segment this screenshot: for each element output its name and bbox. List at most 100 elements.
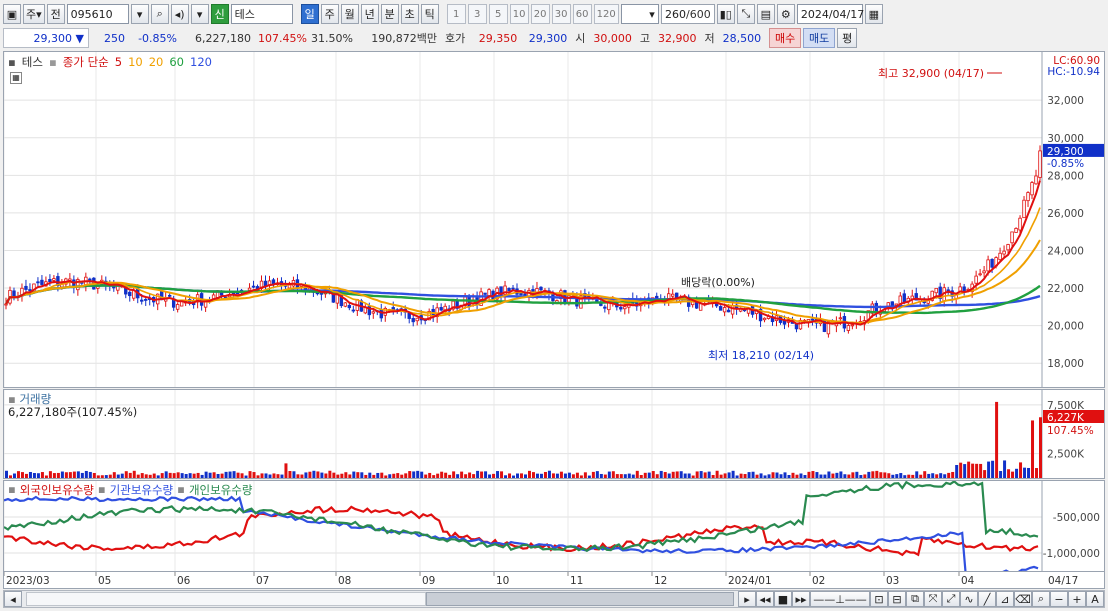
save-icon[interactable]: ▤: [756, 4, 775, 24]
volume-bar: [356, 472, 360, 478]
date-tick-label: 2024/01: [728, 575, 772, 587]
average-button[interactable]: 평: [837, 28, 858, 48]
price-chart-panel[interactable]: 32,000 30,000 28,000 26,000 24,000 22,000 20,0…: [3, 51, 1105, 388]
volume-bar: [931, 473, 935, 478]
fast-forward-icon[interactable]: ▸▸: [792, 591, 810, 607]
market-select[interactable]: 주 ▾: [23, 4, 45, 24]
period-month-button[interactable]: 월: [340, 4, 359, 24]
stock-code-input[interactable]: 095610: [66, 4, 129, 24]
interval-button[interactable]: 30: [551, 4, 571, 24]
volume-bar: [512, 475, 516, 478]
volume-bar: [44, 475, 48, 478]
volume-bar: [296, 474, 300, 478]
volume-chart-panel[interactable]: 7,500K 2,500K 6,227K 107.45% ▪ 거래량 6,227,18…: [3, 389, 1105, 479]
volume-bar: [859, 475, 863, 478]
ruler-icon[interactable]: ⊿: [996, 591, 1014, 607]
volume-bar: [460, 471, 464, 478]
volume-bar: [228, 471, 232, 478]
low-label: 저: [704, 32, 715, 45]
volume-bar: [416, 470, 420, 478]
custom-interval-select[interactable]: ▾: [620, 4, 659, 24]
calendar-icon[interactable]: ▦: [864, 4, 883, 24]
wave-icon[interactable]: ∿: [960, 591, 978, 607]
period-day-button[interactable]: 일: [300, 4, 319, 24]
line-icon[interactable]: ╱: [978, 591, 996, 607]
volume-bar: [372, 474, 376, 478]
split-icon[interactable]: ⊟: [888, 591, 906, 607]
volume-bar: [675, 471, 679, 478]
price-tick-label: 20,000: [1047, 321, 1084, 333]
chevron-down-icon[interactable]: ▾: [130, 4, 149, 24]
chart-scrollbar[interactable]: ◂ ▸ ◂◂ ■ ▸▸ ——⊥—— ⊡ ⊟ ⧉ ⤧ ⤢ ∿ ╱ ⊿ ⌫ ⌕ − …: [3, 590, 1105, 608]
interval-button[interactable]: 10: [509, 4, 529, 24]
date-tick-label: 06: [177, 575, 191, 587]
volume-chart[interactable]: 7,500K2,500K6,227K107.45%: [3, 390, 1104, 478]
volume-bar: [651, 471, 655, 478]
volume-bar: [340, 473, 344, 478]
period-week-button[interactable]: 주: [320, 4, 339, 24]
speaker-icon[interactable]: ◂): [170, 4, 189, 24]
volume-bar: [156, 475, 160, 478]
interval-button[interactable]: 120: [593, 4, 619, 24]
volume-bar: [148, 474, 152, 478]
eraser-icon[interactable]: ⌫: [1014, 591, 1032, 607]
count-field[interactable]: 260/600: [660, 4, 715, 24]
period-tick-button[interactable]: 틱: [420, 4, 439, 24]
date-input[interactable]: 2024/04/17: [796, 4, 864, 24]
line-tool-icon[interactable]: ⤡: [736, 4, 755, 24]
crosshair-icon[interactable]: ⤧: [924, 591, 942, 607]
buy-button[interactable]: 매수: [769, 28, 802, 48]
scroll-left-icon[interactable]: ◂: [4, 591, 22, 607]
interval-button[interactable]: 5: [488, 4, 508, 24]
candle-body: [411, 318, 415, 323]
prev-button[interactable]: 전: [46, 4, 65, 24]
price-chart[interactable]: 32,000 30,000 28,000 26,000 24,000 22,000 20,0…: [3, 52, 1104, 387]
interval-button[interactable]: 3: [467, 4, 487, 24]
window-menu-icon[interactable]: ▣: [3, 4, 21, 24]
candle-type-icon[interactable]: ▮▯: [716, 4, 735, 24]
holding-chart-panel[interactable]: -500,000 -1,000,000 ▪ 외국인보유수량 ▪ 기관보유수량 ▪ …: [3, 480, 1105, 581]
volume-bar: [615, 474, 619, 478]
volume-bar: [76, 471, 80, 478]
trade-amount: 190,872백만: [371, 32, 437, 45]
volume-bar: [1023, 467, 1027, 478]
scroll-thumb[interactable]: [426, 592, 734, 606]
stock-name-field[interactable]: 테스: [230, 4, 293, 24]
zoom-out-icon[interactable]: −: [1050, 591, 1068, 607]
volume-bar: [476, 470, 480, 478]
volume-bar: [180, 473, 184, 478]
rewind-icon[interactable]: ◂◂: [756, 591, 774, 607]
search-icon[interactable]: ⌕: [150, 4, 169, 24]
fit-icon[interactable]: ⊡: [870, 591, 888, 607]
low-price: 28,500: [722, 31, 762, 45]
copy-icon[interactable]: ⧉: [906, 591, 924, 607]
volume-bar: [827, 471, 831, 478]
interval-button[interactable]: 20: [530, 4, 550, 24]
volume-bar: [500, 471, 504, 478]
zoom-in-icon[interactable]: +: [1068, 591, 1086, 607]
grid-toggle-icon[interactable]: ▦: [10, 72, 22, 84]
zoom-icon[interactable]: ⌕: [1032, 591, 1050, 607]
interval-button[interactable]: 1: [446, 4, 466, 24]
period-minute-button[interactable]: 분: [380, 4, 399, 24]
gear-icon[interactable]: ⚙: [776, 4, 795, 24]
volume-bar: [288, 471, 292, 478]
chevron-down-icon[interactable]: ▾: [190, 4, 209, 24]
sell-button[interactable]: 매도: [803, 28, 836, 48]
stop-icon[interactable]: ■: [774, 591, 792, 607]
scroll-right-icon[interactable]: ▸: [738, 591, 756, 607]
period-second-button[interactable]: 초: [400, 4, 419, 24]
period-year-button[interactable]: 년: [360, 4, 379, 24]
volume-bar: [699, 471, 703, 478]
legend-individual-holding: 개인보유수량: [188, 483, 253, 497]
scroll-track[interactable]: [26, 592, 426, 606]
volume-bar: [48, 471, 52, 478]
volume-bar: [420, 471, 424, 478]
font-size-icon[interactable]: A: [1086, 591, 1104, 607]
candle-body: [698, 303, 703, 311]
trend-icon[interactable]: ⤢: [942, 591, 960, 607]
volume-bar: [907, 474, 911, 478]
speed-slider[interactable]: ——⊥——: [810, 591, 870, 607]
interval-button[interactable]: 60: [572, 4, 592, 24]
volume-bar: [639, 475, 643, 478]
